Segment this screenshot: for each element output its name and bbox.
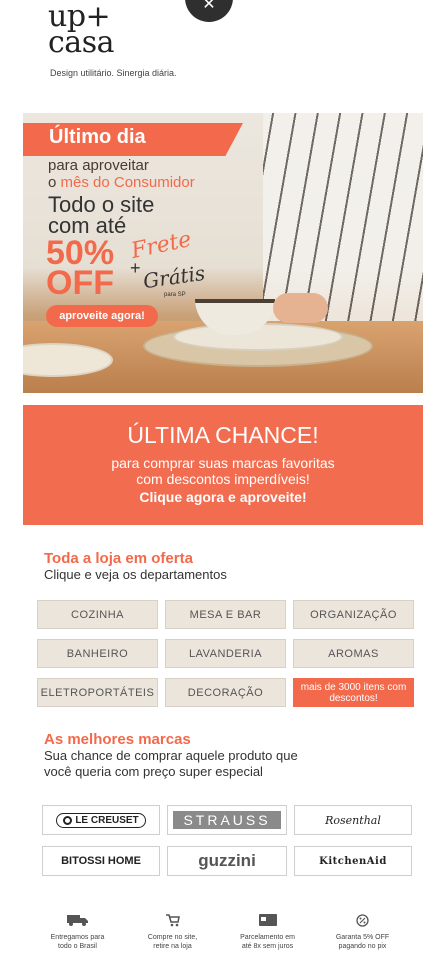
truck-icon <box>30 912 125 928</box>
feature-installments: Parcelamento em até 8x sem juros <box>220 912 315 951</box>
hero-frete: Frete <box>129 226 194 265</box>
percent-icon <box>315 912 410 928</box>
rosenthal-logo: Rosenthal <box>325 813 381 827</box>
brand-bitossi-home[interactable]: BITOSSI HOME <box>42 846 160 876</box>
brand-kitchenaid[interactable]: KitchenAid <box>294 846 412 876</box>
departments-subtitle: Clique e veja os departamentos <box>44 567 227 582</box>
le-creuset-logo: LE CREUSET <box>56 812 146 828</box>
features-bar: Entregamos para todo o Brasil Compre no … <box>30 912 410 951</box>
departments-title: Toda a loja em oferta <box>44 550 193 567</box>
guzzini-logo: guzzini <box>198 851 256 870</box>
hero-line-1: para aproveitar <box>48 157 149 174</box>
brands-grid: LE CREUSET STRAUSS Rosenthal BITOSSI HOM… <box>42 805 412 876</box>
dept-cozinha-button[interactable]: COZINHA <box>37 600 158 629</box>
dept-banheiro-button[interactable]: BANHEIRO <box>37 639 158 668</box>
brand-logo[interactable]: up+ casa Design utilitário. Sinergia diá… <box>48 2 177 79</box>
hero-line-2: o mês do Consumidor <box>48 174 195 191</box>
departments-grid: COZINHA MESA E BAR ORGANIZAÇÃO BANHEIRO … <box>37 600 415 707</box>
brand-le-creuset[interactable]: LE CREUSET <box>42 805 160 835</box>
brands-title: As melhores marcas <box>44 731 191 748</box>
hero-cta-button[interactable]: aproveite agora! <box>46 305 158 327</box>
logo-tagline: Design utilitário. Sinergia diária. <box>50 68 177 78</box>
dept-decoracao-button[interactable]: DECORAÇÃO <box>165 678 286 707</box>
credit-card-icon <box>220 912 315 928</box>
dept-discounts-button[interactable]: mais de 3000 itens com descontos! <box>293 678 414 707</box>
kitchenaid-logo: KitchenAid <box>319 855 387 867</box>
feature-pix-discount: Garanta 5% OFF pagando no pix <box>315 912 410 951</box>
last-chance-banner[interactable]: ÚLTIMA CHANCE! para comprar suas marcas … <box>23 405 423 525</box>
bitossi-logo: BITOSSI HOME <box>61 855 141 867</box>
brand-guzzini[interactable]: guzzini <box>167 846 287 876</box>
dept-lavanderia-button[interactable]: LAVANDERIA <box>165 639 286 668</box>
le-creuset-icon <box>63 815 73 825</box>
brand-strauss[interactable]: STRAUSS <box>167 805 287 835</box>
cart-icon <box>125 912 220 928</box>
hero-sp-note: para SP <box>164 292 186 298</box>
hero-highlight: mês do Consumidor <box>60 174 195 191</box>
feature-delivery: Entregamos para todo o Brasil <box>30 912 125 951</box>
close-popup-button[interactable]: ✕ <box>185 0 233 22</box>
dept-mesa-bar-button[interactable]: MESA E BAR <box>165 600 286 629</box>
hero-last-day-text: Último dia <box>49 126 146 148</box>
logo-line-2: casa <box>48 25 114 60</box>
brands-subtitle: Sua chance de comprar aquele produto que… <box>44 748 298 779</box>
hero-banner-image[interactable]: Último dia para aproveitar o mês do Cons… <box>23 113 423 393</box>
brand-rosenthal[interactable]: Rosenthal <box>294 805 412 835</box>
last-chance-cta[interactable]: Clique agora e aproveite! <box>23 489 423 505</box>
last-chance-subtitle: para comprar suas marcas favoritas com d… <box>111 455 335 487</box>
feature-pickup: Compre no site, retire na loja <box>125 912 220 951</box>
close-icon[interactable]: ✕ <box>202 0 215 14</box>
hero-discount: 50% OFF <box>46 234 115 302</box>
dept-organizacao-button[interactable]: ORGANIZAÇÃO <box>293 600 414 629</box>
last-chance-title: ÚLTIMA CHANCE! <box>127 422 319 448</box>
hero-last-day-ribbon: Último dia <box>23 123 243 156</box>
hero-gratis: Grátis <box>141 260 207 294</box>
dept-aromas-button[interactable]: AROMAS <box>293 639 414 668</box>
hero-hand-decor <box>273 293 328 323</box>
strauss-logo: STRAUSS <box>173 811 281 829</box>
dept-eletroportateis-button[interactable]: ELETROPORTÁTEIS <box>37 678 158 707</box>
